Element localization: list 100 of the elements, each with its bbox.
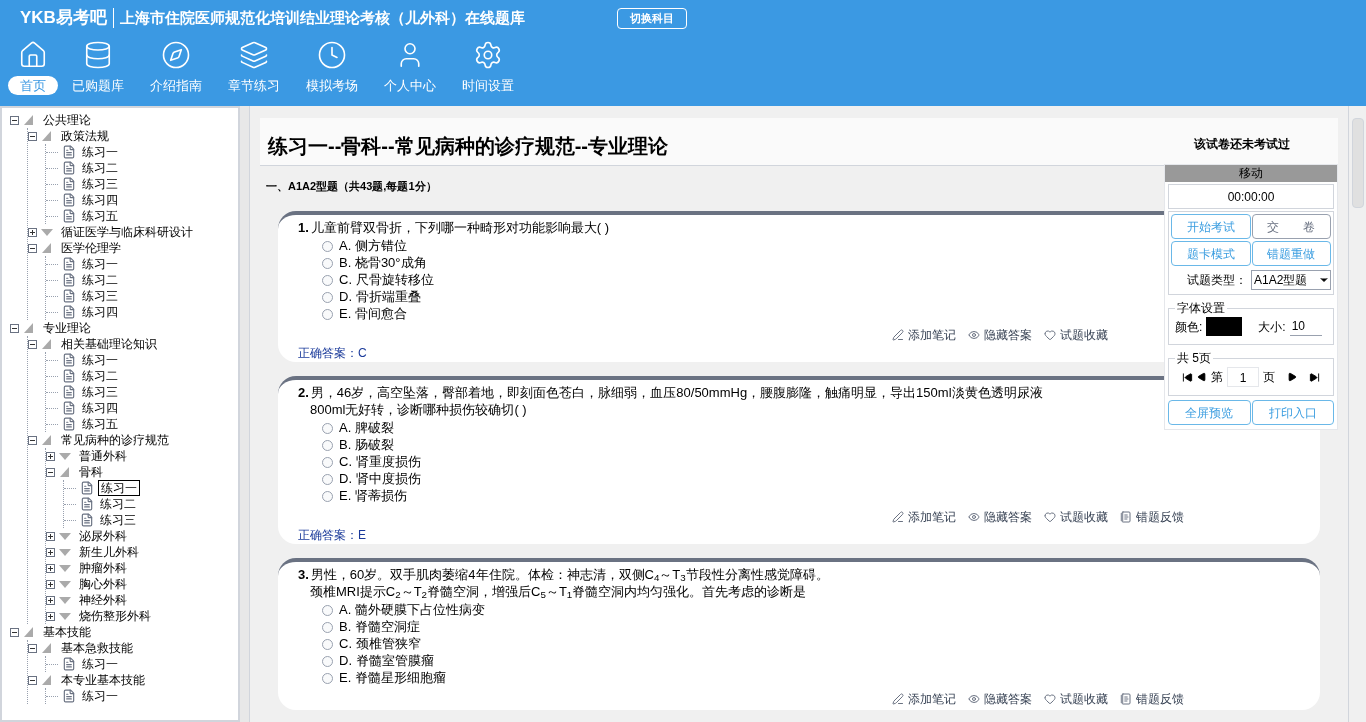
radio-button[interactable] xyxy=(322,240,333,252)
tree-folder[interactable]: 循证医学与临床科研设计 xyxy=(61,225,193,239)
first-page-icon[interactable] xyxy=(1182,371,1193,383)
radio-button[interactable] xyxy=(322,672,333,684)
tree-item[interactable]: 练习二 xyxy=(80,369,120,383)
action-link[interactable]: 隐藏答案 xyxy=(968,509,1032,524)
expand-icon[interactable] xyxy=(46,531,55,541)
action-link[interactable]: 错题反馈 xyxy=(1120,691,1184,706)
tree-item[interactable]: 练习一 xyxy=(80,689,120,703)
radio-button[interactable] xyxy=(322,604,333,616)
tree-item[interactable]: 练习一 xyxy=(80,353,120,367)
radio-button[interactable] xyxy=(322,490,333,502)
radio-button[interactable] xyxy=(322,655,333,667)
tree-item[interactable]: 练习一 xyxy=(80,145,120,159)
radio-button[interactable] xyxy=(322,308,333,320)
previous-page-icon[interactable] xyxy=(1197,372,1207,382)
collapse-icon[interactable] xyxy=(10,115,19,125)
action-link[interactable]: 隐藏答案 xyxy=(968,327,1032,342)
compass-icon xyxy=(161,40,191,70)
action-link[interactable]: 试题收藏 xyxy=(1044,691,1108,706)
tree-item[interactable]: 练习三 xyxy=(80,385,120,399)
tree-item[interactable]: 练习四 xyxy=(80,401,120,415)
collapse-icon[interactable] xyxy=(46,467,55,477)
action-link[interactable]: 添加笔记 xyxy=(892,327,956,342)
action-link[interactable]: 隐藏答案 xyxy=(968,691,1032,706)
down-triangle-icon xyxy=(59,563,71,573)
size-field[interactable]: 10 xyxy=(1289,317,1322,336)
tree-item[interactable]: 练习一 xyxy=(80,257,120,271)
action-link[interactable]: 试题收藏 xyxy=(1044,327,1108,342)
tree-folder[interactable]: 公共理论 xyxy=(43,113,91,127)
next-page-icon[interactable] xyxy=(1287,372,1297,382)
last-page-icon[interactable] xyxy=(1309,371,1320,383)
type-select[interactable]: A1A2型题 xyxy=(1251,270,1331,290)
expand-icon[interactable] xyxy=(46,547,55,557)
tree-folder[interactable]: 基本急救技能 xyxy=(61,641,133,655)
collapse-icon[interactable] xyxy=(10,323,19,333)
scroll-thumb[interactable] xyxy=(1351,118,1364,208)
radio-button[interactable] xyxy=(322,638,333,650)
tree-folder[interactable]: 政策法规 xyxy=(61,129,109,143)
scrollbar[interactable] xyxy=(240,106,250,722)
color-swatch[interactable] xyxy=(1206,317,1243,336)
page-field[interactable]: 1 xyxy=(1227,367,1259,387)
scrollbar[interactable] xyxy=(1348,106,1366,722)
action-link[interactable]: 错题反馈 xyxy=(1120,509,1184,524)
panel-button[interactable]: 交 卷 xyxy=(1251,214,1331,239)
move-handle[interactable]: 移动 xyxy=(1165,165,1337,182)
radio-button[interactable] xyxy=(322,439,333,451)
answer-text: 正确答案：E xyxy=(298,527,366,542)
collapse-icon[interactable] xyxy=(28,643,37,653)
tree-folder[interactable]: 神经外科 xyxy=(79,593,127,607)
radio-button[interactable] xyxy=(322,257,333,269)
expand-icon[interactable] xyxy=(28,227,37,237)
expand-icon[interactable] xyxy=(46,611,55,621)
tree-folder[interactable]: 新生儿外科 xyxy=(79,545,139,559)
tree-item[interactable]: 练习二 xyxy=(80,273,120,287)
collapse-icon[interactable] xyxy=(28,339,37,349)
document-icon xyxy=(62,369,76,383)
action-link[interactable]: 试题收藏 xyxy=(1044,509,1108,524)
tree-folder[interactable]: 胸心外科 xyxy=(79,577,127,591)
tree-folder[interactable]: 烧伤整形外科 xyxy=(79,609,151,623)
radio-button[interactable] xyxy=(322,456,333,468)
tree-item[interactable]: 练习二 xyxy=(80,161,120,175)
collapse-icon[interactable] xyxy=(10,627,19,637)
tree-folder[interactable]: 常见病种的诊疗规范 xyxy=(61,433,169,447)
tree-item[interactable]: 练习五 xyxy=(80,209,120,223)
color-label: 颜色: xyxy=(1175,318,1203,336)
radio-button[interactable] xyxy=(322,473,333,485)
expand-icon[interactable] xyxy=(46,451,55,461)
tree-folder[interactable]: 普通外科 xyxy=(79,449,127,463)
expand-icon[interactable] xyxy=(46,579,55,589)
tree-folder[interactable]: 医学伦理学 xyxy=(61,241,121,255)
tree-folder[interactable]: 基本技能 xyxy=(43,625,91,639)
collapse-icon[interactable] xyxy=(28,131,37,141)
tree-item[interactable]: 练习四 xyxy=(80,193,120,207)
collapse-icon[interactable] xyxy=(28,435,37,445)
tree-folder[interactable]: 相关基础理论知识 xyxy=(61,337,157,351)
radio-button[interactable] xyxy=(322,422,333,434)
tree-item[interactable]: 练习五 xyxy=(80,417,120,431)
action-link[interactable]: 添加笔记 xyxy=(892,509,956,524)
tree-folder[interactable]: 本专业基本技能 xyxy=(61,673,145,687)
tree-folder[interactable]: 骨科 xyxy=(79,465,103,479)
tree-item[interactable]: 练习二 xyxy=(98,497,138,511)
tree-item[interactable]: 练习三 xyxy=(98,513,138,527)
collapse-icon[interactable] xyxy=(28,675,37,685)
expand-icon[interactable] xyxy=(46,595,55,605)
tree-folder[interactable]: 肿瘤外科 xyxy=(79,561,127,575)
radio-button[interactable] xyxy=(322,274,333,286)
tree-item[interactable]: 练习四 xyxy=(80,305,120,319)
tree-item[interactable]: 练习三 xyxy=(80,177,120,191)
radio-button[interactable] xyxy=(322,621,333,633)
tree-folder[interactable]: 专业理论 xyxy=(43,321,91,335)
tree-item[interactable]: 练习一 xyxy=(98,480,140,496)
tree-item[interactable]: 练习三 xyxy=(80,289,120,303)
collapse-icon[interactable] xyxy=(28,243,37,253)
action-link[interactable]: 添加笔记 xyxy=(892,691,956,706)
document-icon xyxy=(80,481,94,495)
radio-button[interactable] xyxy=(322,291,333,303)
expand-icon[interactable] xyxy=(46,563,55,573)
tree-folder[interactable]: 泌尿外科 xyxy=(79,529,127,543)
tree-item[interactable]: 练习一 xyxy=(80,657,120,671)
